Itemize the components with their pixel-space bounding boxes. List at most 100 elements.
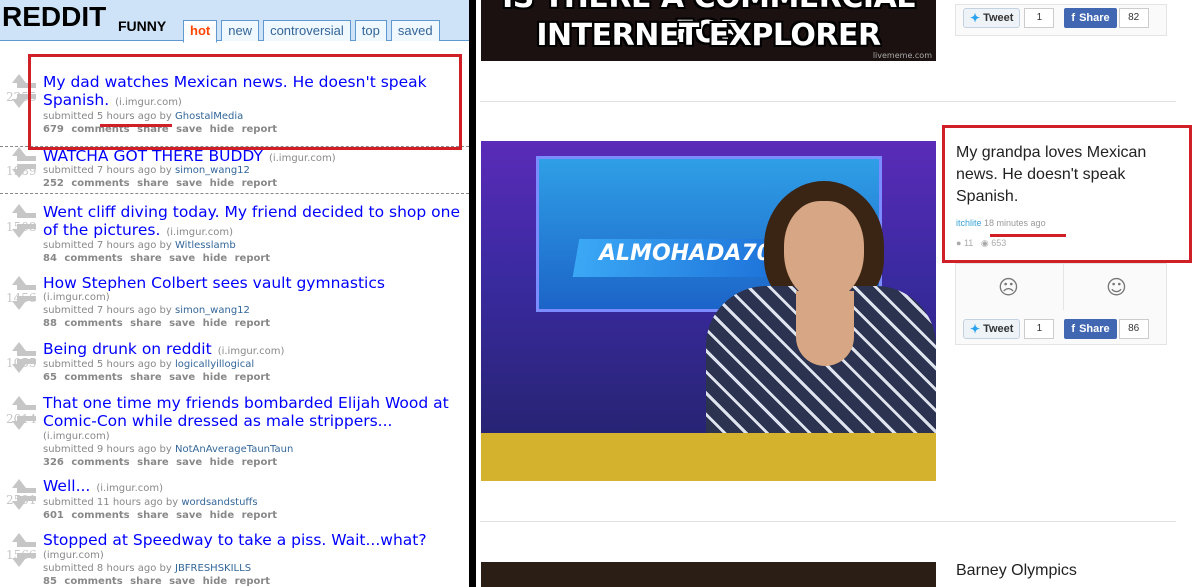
- reaction-divider: [1063, 263, 1064, 310]
- post-domain-line: (i.imgur.com): [43, 291, 110, 304]
- downvote-icon[interactable]: [12, 169, 26, 178]
- next-post-title[interactable]: Barney Olympics: [956, 562, 1077, 580]
- upvote-icon[interactable]: [12, 147, 26, 156]
- upvote-icon[interactable]: [12, 396, 26, 405]
- upvote-icon[interactable]: [12, 342, 26, 351]
- comments-link[interactable]: 85 comments: [43, 576, 123, 587]
- post-submitted: submitted 8 hours ago by: [43, 563, 172, 574]
- vote-arrows: [12, 204, 36, 238]
- top-meme-image[interactable]: IS THERE A COMMERCIAL FOR INTERNET EXPLO…: [481, 0, 936, 61]
- share-count: 86: [1118, 319, 1149, 339]
- upvote-icon[interactable]: [12, 74, 26, 83]
- post-submitted: submitted 5 hours ago by: [43, 359, 172, 370]
- anchor-face: [784, 201, 864, 301]
- post-author[interactable]: simon_wang12: [175, 165, 250, 176]
- post-title-text[interactable]: Went cliff diving today. My friend decid…: [43, 203, 460, 239]
- tweet-label: Tweet: [983, 12, 1014, 24]
- post-title-text[interactable]: Being drunk on reddit: [43, 340, 212, 358]
- comments-link[interactable]: 601 comments: [43, 510, 130, 521]
- tab-controversial[interactable]: controversial: [263, 20, 351, 41]
- post-author[interactable]: logicallyillogical: [175, 359, 254, 370]
- comments-link[interactable]: 84 comments: [43, 253, 123, 264]
- vote-arrows: [12, 533, 36, 567]
- post-meta: submitted 8 hours ago by JBFRESHSKILLS: [43, 562, 251, 575]
- highlight-underline: [100, 124, 172, 127]
- action-links[interactable]: share save hide report: [130, 318, 270, 329]
- downvote-icon[interactable]: [12, 421, 26, 430]
- post-title-text[interactable]: Stopped at Speedway to take a piss. Wait…: [43, 531, 427, 549]
- post-domain[interactable]: (i.imgur.com): [166, 227, 233, 238]
- tweet-label: Tweet: [983, 323, 1014, 335]
- tab-hot[interactable]: hot: [183, 20, 218, 43]
- post-meta: submitted 7 hours ago by simon_wang12: [43, 164, 250, 177]
- next-post-image[interactable]: [481, 562, 936, 587]
- anchor-neck: [796, 291, 854, 366]
- comments-link[interactable]: 326 comments: [43, 457, 130, 468]
- tab-new[interactable]: new: [221, 20, 260, 41]
- post-domain[interactable]: (i.imgur.com): [43, 431, 110, 442]
- downvote-icon[interactable]: [12, 558, 26, 567]
- meme-site-panel: IS THERE A COMMERCIAL FOR INTERNET EXPLO…: [476, 0, 1200, 587]
- post-title[interactable]: Went cliff diving today. My friend decid…: [43, 203, 463, 242]
- post-title-text[interactable]: How Stephen Colbert sees vault gymnastic…: [43, 274, 385, 292]
- smile-face-icon[interactable]: ☺: [1106, 275, 1127, 299]
- upvote-stem: [16, 405, 36, 410]
- upvote-stem: [16, 213, 36, 218]
- twitter-bird-icon: ✦: [970, 322, 981, 336]
- post-title[interactable]: Well... (i.imgur.com): [43, 477, 463, 498]
- tab-saved[interactable]: saved: [390, 20, 440, 41]
- news-desk: [481, 433, 936, 481]
- post-title-text[interactable]: Well...: [43, 477, 90, 495]
- meme-text: INTERNET EXPLORER: [536, 18, 881, 53]
- comments-link[interactable]: 88 comments: [43, 318, 123, 329]
- tweet-button[interactable]: ✦ Tweet: [963, 319, 1021, 339]
- upvote-icon[interactable]: [12, 276, 26, 285]
- post-domain[interactable]: (imgur.com): [43, 550, 104, 561]
- tab-top[interactable]: top: [354, 20, 387, 41]
- post-author[interactable]: simon_wang12: [175, 305, 250, 316]
- post-author[interactable]: JBFRESHSKILLS: [175, 563, 251, 574]
- subreddit-name[interactable]: FUNNY: [118, 18, 166, 34]
- highlight-underline: [990, 234, 1066, 237]
- upvote-icon[interactable]: [12, 479, 26, 488]
- post-author[interactable]: NotAnAverageTaunTaun: [175, 444, 293, 455]
- action-links[interactable]: share save hide report: [130, 576, 270, 587]
- downvote-icon[interactable]: [12, 229, 26, 238]
- post-actions: 252 comments share save hide report: [43, 177, 277, 190]
- mexican-news-image[interactable]: ALMOHADA70: [481, 141, 936, 481]
- tweet-count: 1: [1024, 319, 1055, 339]
- sad-face-icon[interactable]: ☹: [998, 275, 1019, 299]
- highlight-box: [942, 125, 1192, 263]
- post-author[interactable]: Witlesslamb: [175, 240, 236, 251]
- upvote-stem: [16, 542, 36, 547]
- action-links[interactable]: share save hide report: [137, 178, 277, 189]
- comments-link[interactable]: 65 comments: [43, 372, 123, 383]
- action-links[interactable]: share save hide report: [130, 372, 270, 383]
- downvote-icon[interactable]: [12, 364, 26, 373]
- reddit-logo[interactable]: REDDIT: [2, 1, 106, 33]
- upvote-icon[interactable]: [12, 533, 26, 542]
- tweet-button[interactable]: ✦ Tweet: [963, 8, 1021, 28]
- facebook-share-button[interactable]: f Share: [1064, 319, 1117, 339]
- post-domain[interactable]: (i.imgur.com): [269, 153, 336, 164]
- action-links[interactable]: share save hide report: [130, 253, 270, 264]
- twitter-bird-icon: ✦: [970, 11, 981, 25]
- action-links[interactable]: share save hide report: [137, 510, 277, 521]
- comments-link[interactable]: 252 comments: [43, 178, 130, 189]
- post-domain[interactable]: (i.imgur.com): [96, 483, 163, 494]
- post-actions: 65 comments share save hide report: [43, 371, 270, 384]
- action-links[interactable]: share save hide report: [137, 457, 277, 468]
- post-title[interactable]: How Stephen Colbert sees vault gymnastic…: [43, 274, 463, 292]
- post-domain[interactable]: (i.imgur.com): [218, 346, 285, 357]
- downvote-icon[interactable]: [12, 301, 26, 310]
- post-submitted: submitted 9 hours ago by: [43, 444, 172, 455]
- upvote-icon[interactable]: [12, 204, 26, 213]
- post-title[interactable]: That one time my friends bombarded Elija…: [43, 394, 463, 430]
- post-domain[interactable]: (i.imgur.com): [43, 292, 110, 303]
- facebook-share-button[interactable]: f Share: [1064, 8, 1117, 28]
- post-title[interactable]: Stopped at Speedway to take a piss. Wait…: [43, 531, 463, 549]
- downvote-icon[interactable]: [12, 99, 26, 108]
- post-author[interactable]: wordsandstuffs: [181, 497, 257, 508]
- post-title-text[interactable]: That one time my friends bombarded Elija…: [43, 394, 449, 430]
- downvote-icon[interactable]: [12, 501, 26, 510]
